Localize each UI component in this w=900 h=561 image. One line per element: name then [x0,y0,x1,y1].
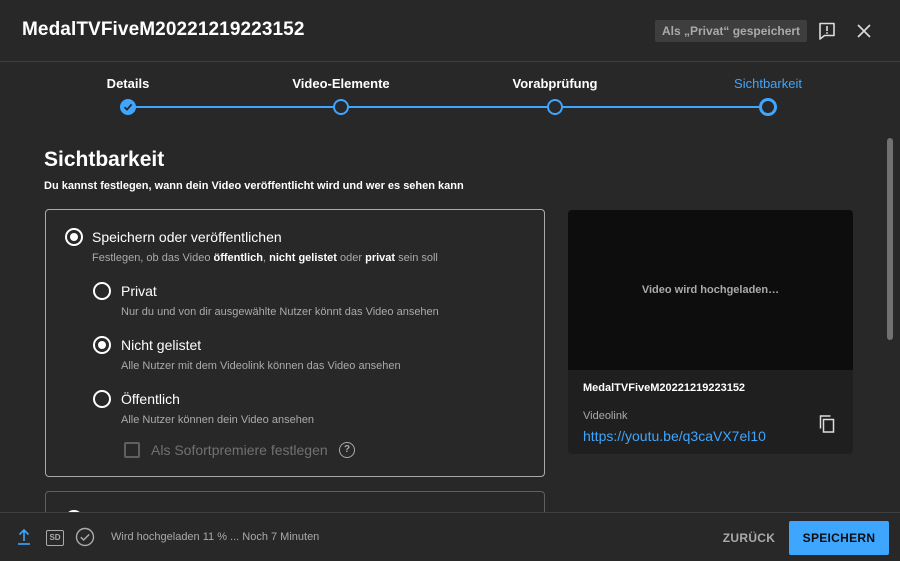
upload-icon[interactable] [16,528,32,546]
private-label[interactable]: Privat [121,283,157,299]
private-radio[interactable] [93,282,111,300]
step-video-elements[interactable]: Video-Elemente [292,76,389,91]
premiere-label[interactable]: Als Sofortpremiere festlegen [151,442,328,458]
sd-quality-icon[interactable]: SD [46,530,64,546]
step-visibility[interactable]: Sichtbarkeit [734,76,802,91]
dialog-header: MedalTVFiveM20221219223152 Als „Privat“ … [0,0,900,62]
close-icon[interactable] [852,19,876,43]
public-label[interactable]: Öffentlich [121,391,180,407]
saved-status-badge: Als „Privat“ gespeichert [655,20,808,42]
upload-progress-message: Video wird hochgeladen… [641,284,780,296]
page-title: Sichtbarkeit [44,148,165,171]
video-link-label: Videolink [583,410,628,422]
check-icon [123,103,133,111]
video-link[interactable]: https://youtu.be/q3caVX7el10 [583,428,766,444]
step-checks[interactable]: Vorabprüfung [513,76,598,91]
premiere-checkbox[interactable] [124,442,140,458]
public-radio[interactable] [93,390,111,408]
video-title: MedalTVFiveM20221219223152 [22,19,305,40]
page-description: Du kannst festlegen, wann dein Video ver… [44,180,464,192]
feedback-icon[interactable] [815,19,839,43]
stepper-progress-line [128,106,768,108]
help-icon[interactable]: ? [339,442,355,458]
public-description: Alle Nutzer können dein Video ansehen [121,414,315,426]
video-preview-player: Video wird hochgeladen… [568,210,853,370]
unlisted-description: Alle Nutzer mit dem Videolink können das… [121,360,401,372]
copy-icon[interactable] [817,414,837,434]
step-video-elements-dot[interactable] [333,99,349,115]
unlisted-radio[interactable] [93,336,111,354]
save-publish-description: Festlegen, ob das Video öffentlich, nich… [92,252,438,264]
save-publish-card: Speichern oder veröffentlichen Festlegen… [45,209,545,477]
unlisted-label[interactable]: Nicht gelistet [121,337,201,353]
save-publish-label[interactable]: Speichern oder veröffentlichen [92,229,282,245]
preview-filename: MedalTVFiveM20221219223152 [583,382,746,394]
checks-status-icon[interactable] [75,527,95,547]
step-details-dot[interactable] [120,99,136,115]
save-publish-radio[interactable] [65,228,83,246]
scrollbar-thumb[interactable] [887,138,893,340]
save-button[interactable]: SPEICHERN [789,521,889,555]
private-description: Nur du und von dir ausgewählte Nutzer kö… [121,306,439,318]
video-preview-card: Video wird hochgeladen… MedalTVFiveM2022… [568,210,853,454]
step-details[interactable]: Details [107,76,150,91]
step-checks-dot[interactable] [547,99,563,115]
schedule-card [45,491,545,512]
back-button[interactable]: ZURÜCK [712,521,786,555]
upload-status-text: Wird hochgeladen 11 % ... Noch 7 Minuten [111,531,320,543]
step-visibility-dot[interactable] [759,98,777,116]
dialog-footer: SD Wird hochgeladen 11 % ... Noch 7 Minu… [0,512,900,561]
visibility-content: Sichtbarkeit Du kannst festlegen, wann d… [0,132,900,512]
upload-stepper: Details Video-Elemente Vorabprüfung Sich… [0,62,900,132]
